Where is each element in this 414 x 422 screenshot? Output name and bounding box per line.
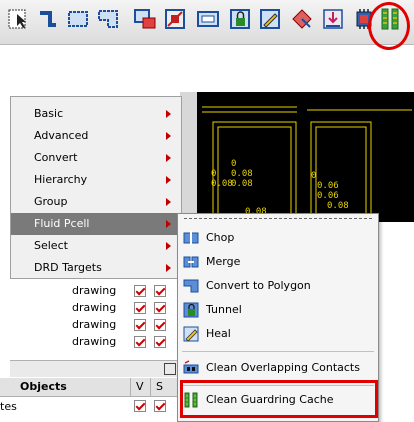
submenu-separator <box>182 351 374 352</box>
objects-header: Objects V S <box>0 378 180 397</box>
layout-drawing: 0 0.08 0.08 0 0.08 0.08 0.06 0.06 0.08 0 <box>202 106 412 222</box>
menu-item-drd-targets[interactable]: DRD Targets <box>11 257 181 279</box>
menu-item-group[interactable]: Group <box>11 191 181 213</box>
tunnel-icon <box>183 302 199 318</box>
lock-icon[interactable] <box>228 7 252 31</box>
menu-item-hierarchy[interactable]: Hierarchy <box>11 169 181 191</box>
submenu-arrow-icon <box>166 220 171 228</box>
guardring-highlight-box <box>180 380 378 418</box>
menu-item-label: Basic <box>34 107 64 120</box>
menu-item-label: Hierarchy <box>34 173 88 186</box>
submenu-arrow-icon <box>166 132 171 140</box>
clean-contacts-icon <box>183 360 199 376</box>
layer-row[interactable]: drawing <box>10 317 180 334</box>
submenu-item-label: Clean Overlapping Contacts <box>206 361 360 374</box>
visible-checkbox[interactable] <box>134 302 146 314</box>
canvas-label: 0 <box>231 159 236 169</box>
visible-checkbox[interactable] <box>134 400 146 412</box>
submenu-item-clean-overlapping-contacts[interactable]: Clean Overlapping Contacts <box>178 357 378 379</box>
submenu-item-label: Merge <box>206 255 241 268</box>
visible-checkbox[interactable] <box>134 285 146 297</box>
canvas-label: 0.08 <box>211 179 233 189</box>
submenu-arrow-icon <box>166 264 171 272</box>
layout-canvas[interactable]: 0 0.08 0.08 0 0.08 0.08 0.06 0.06 0.08 0 <box>197 92 414 222</box>
layer-purpose: drawing <box>72 318 117 331</box>
selectable-checkbox[interactable] <box>154 400 166 412</box>
submenu-item-chop[interactable]: Chop <box>178 227 378 249</box>
visible-column-header[interactable]: V <box>136 380 144 393</box>
submenu-item-label: Chop <box>206 231 235 244</box>
submenu-arrow-icon <box>166 198 171 206</box>
layer-purpose: drawing <box>72 301 117 314</box>
tearoff-line[interactable] <box>184 218 372 219</box>
menu-item-select[interactable]: Select <box>11 235 181 257</box>
array-icon[interactable] <box>196 7 220 31</box>
selectable-checkbox[interactable] <box>154 285 166 297</box>
submenu-arrow-icon <box>166 176 171 184</box>
menu-item-label: Group <box>34 195 68 208</box>
path-icon[interactable] <box>36 7 60 31</box>
canvas-label: 0 <box>211 169 216 179</box>
canvas-label: 0.08 <box>327 201 349 211</box>
canvas-label: 0 <box>311 171 316 181</box>
layer-purpose: drawing <box>72 284 117 297</box>
column-divider <box>130 378 131 396</box>
objects-panel-titlebar <box>10 360 180 377</box>
object-name: tes <box>0 400 17 413</box>
submenu-item-label: Convert to Polygon <box>206 279 311 292</box>
select-icon[interactable] <box>6 7 30 31</box>
layer-row[interactable]: drawing <box>10 300 180 317</box>
column-divider <box>150 378 151 396</box>
object-row[interactable]: tes <box>0 398 180 416</box>
canvas-label: 0.06 <box>317 191 339 201</box>
visible-checkbox[interactable] <box>134 319 146 331</box>
submenu-arrow-icon <box>166 110 171 118</box>
submenu-item-label: Tunnel <box>206 303 242 316</box>
rectangle-icon[interactable] <box>66 7 90 31</box>
polygon-icon[interactable] <box>96 7 120 31</box>
layer-row[interactable]: drawing <box>10 334 180 351</box>
layer-row[interactable]: drawing <box>10 283 180 300</box>
toolbar <box>0 0 414 50</box>
chop-icon <box>183 230 199 246</box>
instance-icon[interactable] <box>133 7 157 31</box>
menu-item-label: Convert <box>34 151 78 164</box>
canvas-label: 0.08 <box>231 179 253 189</box>
menu-item-fluid-pcell[interactable]: Fluid Pcell <box>11 213 181 235</box>
edit-icon[interactable] <box>258 7 282 31</box>
menu-item-advanced[interactable]: Advanced <box>11 125 181 147</box>
restore-icon[interactable] <box>164 363 176 375</box>
merge-icon <box>183 254 199 270</box>
convert-polygon-icon <box>183 278 199 294</box>
submenu-item-convert-to-polygon[interactable]: Convert to Polygon <box>178 275 378 297</box>
canvas-label: 0.08 <box>231 169 253 179</box>
menu-item-basic[interactable]: Basic <box>11 103 181 125</box>
via-icon[interactable] <box>163 7 187 31</box>
objects-column-header[interactable]: Objects <box>20 380 67 393</box>
stretch-icon[interactable] <box>321 7 345 31</box>
move-icon[interactable] <box>290 7 314 31</box>
visible-checkbox[interactable] <box>134 336 146 348</box>
submenu-item-tunnel[interactable]: Tunnel <box>178 299 378 321</box>
selectable-checkbox[interactable] <box>154 302 166 314</box>
menu-item-convert[interactable]: Convert <box>11 147 181 169</box>
selectable-column-header[interactable]: S <box>156 380 163 393</box>
menu-item-label: Select <box>34 239 68 252</box>
canvas-label: 0.06 <box>317 181 339 191</box>
submenu-item-merge[interactable]: Merge <box>178 251 378 273</box>
submenu-arrow-icon <box>166 154 171 162</box>
edit-menu: Basic Advanced Convert Hierarchy Group F… <box>10 96 182 279</box>
selectable-checkbox[interactable] <box>154 336 166 348</box>
selectable-checkbox[interactable] <box>154 319 166 331</box>
menu-item-label: Fluid Pcell <box>34 217 90 230</box>
submenu-arrow-icon <box>166 242 171 250</box>
submenu-item-heal[interactable]: Heal <box>178 323 378 345</box>
menu-item-label: Advanced <box>34 129 89 142</box>
toolbar-highlight-circle <box>368 2 410 50</box>
menu-item-label: DRD Targets <box>34 261 102 274</box>
heal-icon <box>183 326 199 342</box>
submenu-item-label: Heal <box>206 327 231 340</box>
layer-purpose: drawing <box>72 335 117 348</box>
